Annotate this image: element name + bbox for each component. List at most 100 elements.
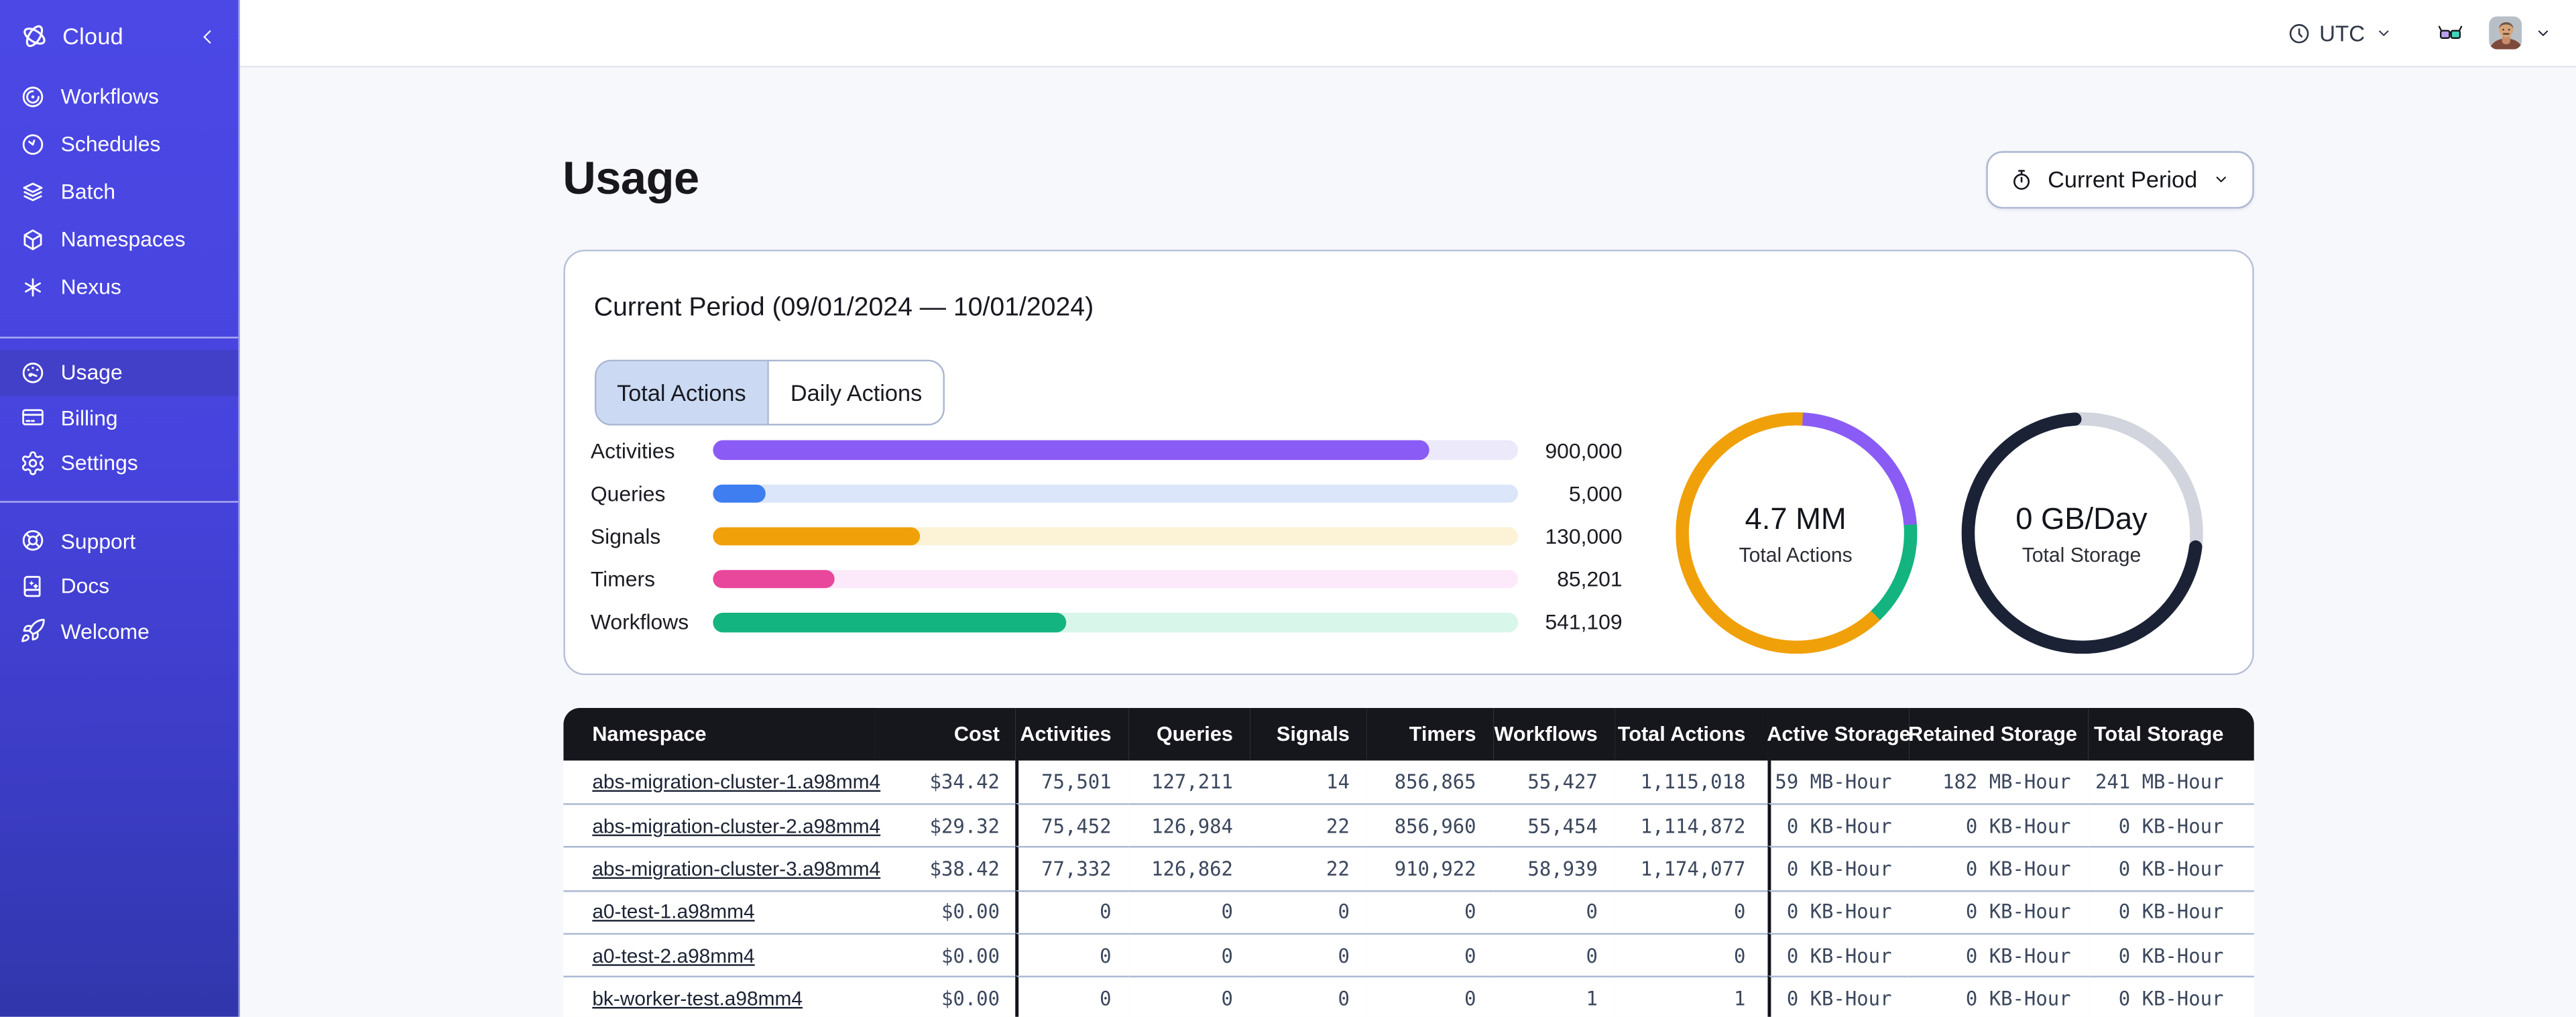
sidebar-item-namespaces[interactable]: Namespaces: [0, 215, 238, 263]
sidebar-item-welcome[interactable]: Welcome: [0, 609, 238, 654]
bar-track: [712, 526, 1517, 546]
workflows-cell: 58,939: [1492, 846, 1615, 890]
page-title: Usage: [563, 152, 699, 204]
sidebar-item-label: Namespaces: [60, 227, 186, 251]
total-actions-donut: 4.7 MM Total Actions: [1675, 412, 1917, 654]
namespace-cell: abs-migration-cluster-2.a98mm4: [563, 802, 880, 847]
sidebar-item-label: Schedules: [60, 131, 161, 156]
signals-cell: 14: [1249, 760, 1366, 803]
topbar: UTC: [239, 0, 2576, 68]
chevron-down-icon: [2211, 169, 2230, 188]
bar-fill: [712, 483, 766, 503]
current-period-card: Current Period (09/01/2024 — 10/01/2024)…: [563, 249, 2253, 676]
retained_storage-cell: 182 MB-Hour: [1908, 760, 2088, 803]
namespace-link[interactable]: abs-migration-cluster-2.a98mm4: [592, 814, 880, 837]
queries-cell: 127,211: [1128, 760, 1250, 803]
cost-cell: $29.32: [874, 802, 1015, 847]
namespace-link[interactable]: a0-test-1.a98mm4: [592, 901, 754, 924]
timers-cell: 0: [1366, 890, 1493, 933]
sidebar-item-label: Settings: [60, 450, 138, 475]
timers-cell: 856,865: [1366, 760, 1493, 803]
chevron-down-icon: [2373, 23, 2392, 42]
column-header-total_storage: Total Storage: [2087, 708, 2253, 760]
sidebar-item-label: Workflows: [60, 83, 159, 109]
sidebar-item-usage[interactable]: Usage: [0, 349, 239, 396]
total_actions-cell: 1,114,872: [1614, 802, 1767, 847]
timezone-label: UTC: [2319, 20, 2365, 46]
tab-daily-actions[interactable]: Daily Actions: [767, 361, 944, 424]
billing-icon: [19, 404, 46, 430]
timezone-select[interactable]: UTC: [2286, 20, 2393, 46]
bar-row-workflows: Workflows 541,109: [591, 601, 1623, 644]
sidebar-nav-account: Usage Billing Settings: [0, 339, 239, 485]
sidebar-item-schedules[interactable]: Schedules: [0, 120, 238, 168]
signals-cell: 0: [1249, 976, 1366, 1017]
bar-fill: [712, 613, 1066, 632]
sidebar-item-billing[interactable]: Billing: [0, 395, 238, 440]
timers-cell: 0: [1366, 933, 1493, 977]
settings-icon: [19, 450, 46, 476]
user-menu-chevron-down-icon[interactable]: [2533, 23, 2553, 42]
total_actions-cell: 0: [1614, 933, 1767, 977]
total_actions-cell: 1,115,018: [1614, 760, 1767, 803]
bar-label: Queries: [590, 481, 666, 506]
namespace-link[interactable]: abs-migration-cluster-3.a98mm4: [592, 857, 880, 880]
sidebar-item-batch[interactable]: Batch: [0, 168, 238, 215]
bar-track: [712, 440, 1517, 460]
timers-cell: 856,960: [1366, 802, 1493, 847]
cost-cell: $0.00: [874, 976, 1015, 1017]
total_actions-cell: 1,174,077: [1614, 846, 1767, 890]
column-header-timers: Timers: [1366, 708, 1493, 760]
column-header-cost: Cost: [874, 708, 1015, 760]
namespace-link[interactable]: bk-worker-test.a98mm4: [592, 988, 803, 1010]
user-avatar[interactable]: [2487, 15, 2522, 50]
workflows-icon: [19, 83, 46, 109]
namespace-link[interactable]: a0-test-2.a98mm4: [592, 944, 754, 967]
sidebar-item-workflows[interactable]: Workflows: [0, 72, 238, 120]
workflows-cell: 0: [1492, 890, 1615, 933]
timers-cell: 910,922: [1366, 846, 1493, 890]
glasses-icon[interactable]: [2437, 24, 2462, 42]
total-actions-value: 4.7 MM: [1745, 500, 1847, 535]
nexus-icon: [19, 274, 46, 300]
workflows-cell: 1: [1492, 976, 1615, 1017]
namespace-cell: abs-migration-cluster-3.a98mm4: [563, 846, 880, 890]
clock-icon: [2286, 21, 2311, 46]
sidebar-item-support[interactable]: Support: [0, 518, 238, 563]
active_storage-cell: 0 KB-Hour: [1767, 933, 1908, 977]
bar-label: Workflows: [590, 609, 689, 635]
sidebar-item-docs[interactable]: Docs: [0, 563, 238, 608]
table-header-row: Namespace Cost Activities Queries Signals Tim…: [563, 708, 2253, 760]
timers-cell: 0: [1366, 976, 1493, 1017]
period-button-label: Current Period: [2048, 166, 2198, 192]
sidebar-item-settings[interactable]: Settings: [0, 440, 238, 485]
total_storage-cell: 0 KB-Hour: [2087, 802, 2253, 847]
schedules-icon: [19, 131, 46, 157]
sidebar-item-label: Usage: [60, 360, 123, 385]
cost-cell: $0.00: [874, 890, 1015, 933]
table-row: a0-test-1.a98mm4 $0.00 0 0 0 0 0 0 0 KB-Hour 0 KB…: [563, 890, 2253, 933]
sidebar-collapse-button[interactable]: [197, 25, 219, 47]
namespace-link[interactable]: abs-migration-cluster-1.a98mm4: [592, 770, 880, 792]
total_actions-cell: 0: [1614, 890, 1767, 933]
total-storage-value: 0 GB/Day: [2015, 500, 2148, 535]
support-icon: [19, 528, 46, 554]
sidebar-item-label: Nexus: [60, 274, 121, 299]
sidebar-item-nexus[interactable]: Nexus: [0, 263, 238, 310]
queries-cell: 126,862: [1128, 846, 1250, 890]
bar-label: Activities: [590, 438, 675, 463]
main-content: Usage Current Period Current Period (09/…: [239, 67, 2576, 1017]
bar-label: Signals: [590, 524, 661, 549]
activities-cell: 0: [1014, 890, 1128, 933]
tab-total-actions[interactable]: Total Actions: [595, 361, 768, 424]
bar-row-signals: Signals 130,000: [591, 515, 1623, 558]
queries-cell: 0: [1128, 976, 1250, 1017]
column-header-total_actions: Total Actions: [1614, 708, 1767, 760]
bar-fill: [712, 570, 835, 589]
cost-cell: $0.00: [874, 933, 1015, 977]
signals-cell: 22: [1249, 846, 1366, 890]
period-select-button[interactable]: Current Period: [1987, 150, 2253, 208]
bar-value: 130,000: [1545, 524, 1623, 549]
active_storage-cell: 59 MB-Hour: [1767, 760, 1908, 803]
queries-cell: 126,984: [1128, 802, 1250, 847]
